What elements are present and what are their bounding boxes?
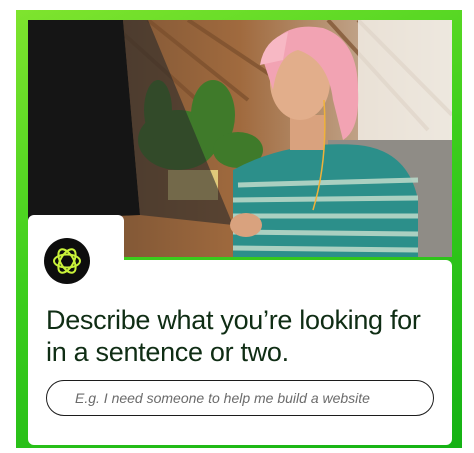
flower-logo-icon (44, 238, 90, 284)
search-field[interactable] (46, 380, 434, 416)
search-input[interactable] (75, 381, 415, 414)
headline: Describe what you’re looking for in a se… (46, 305, 421, 367)
promo-card: Describe what you’re looking for in a se… (16, 10, 462, 448)
